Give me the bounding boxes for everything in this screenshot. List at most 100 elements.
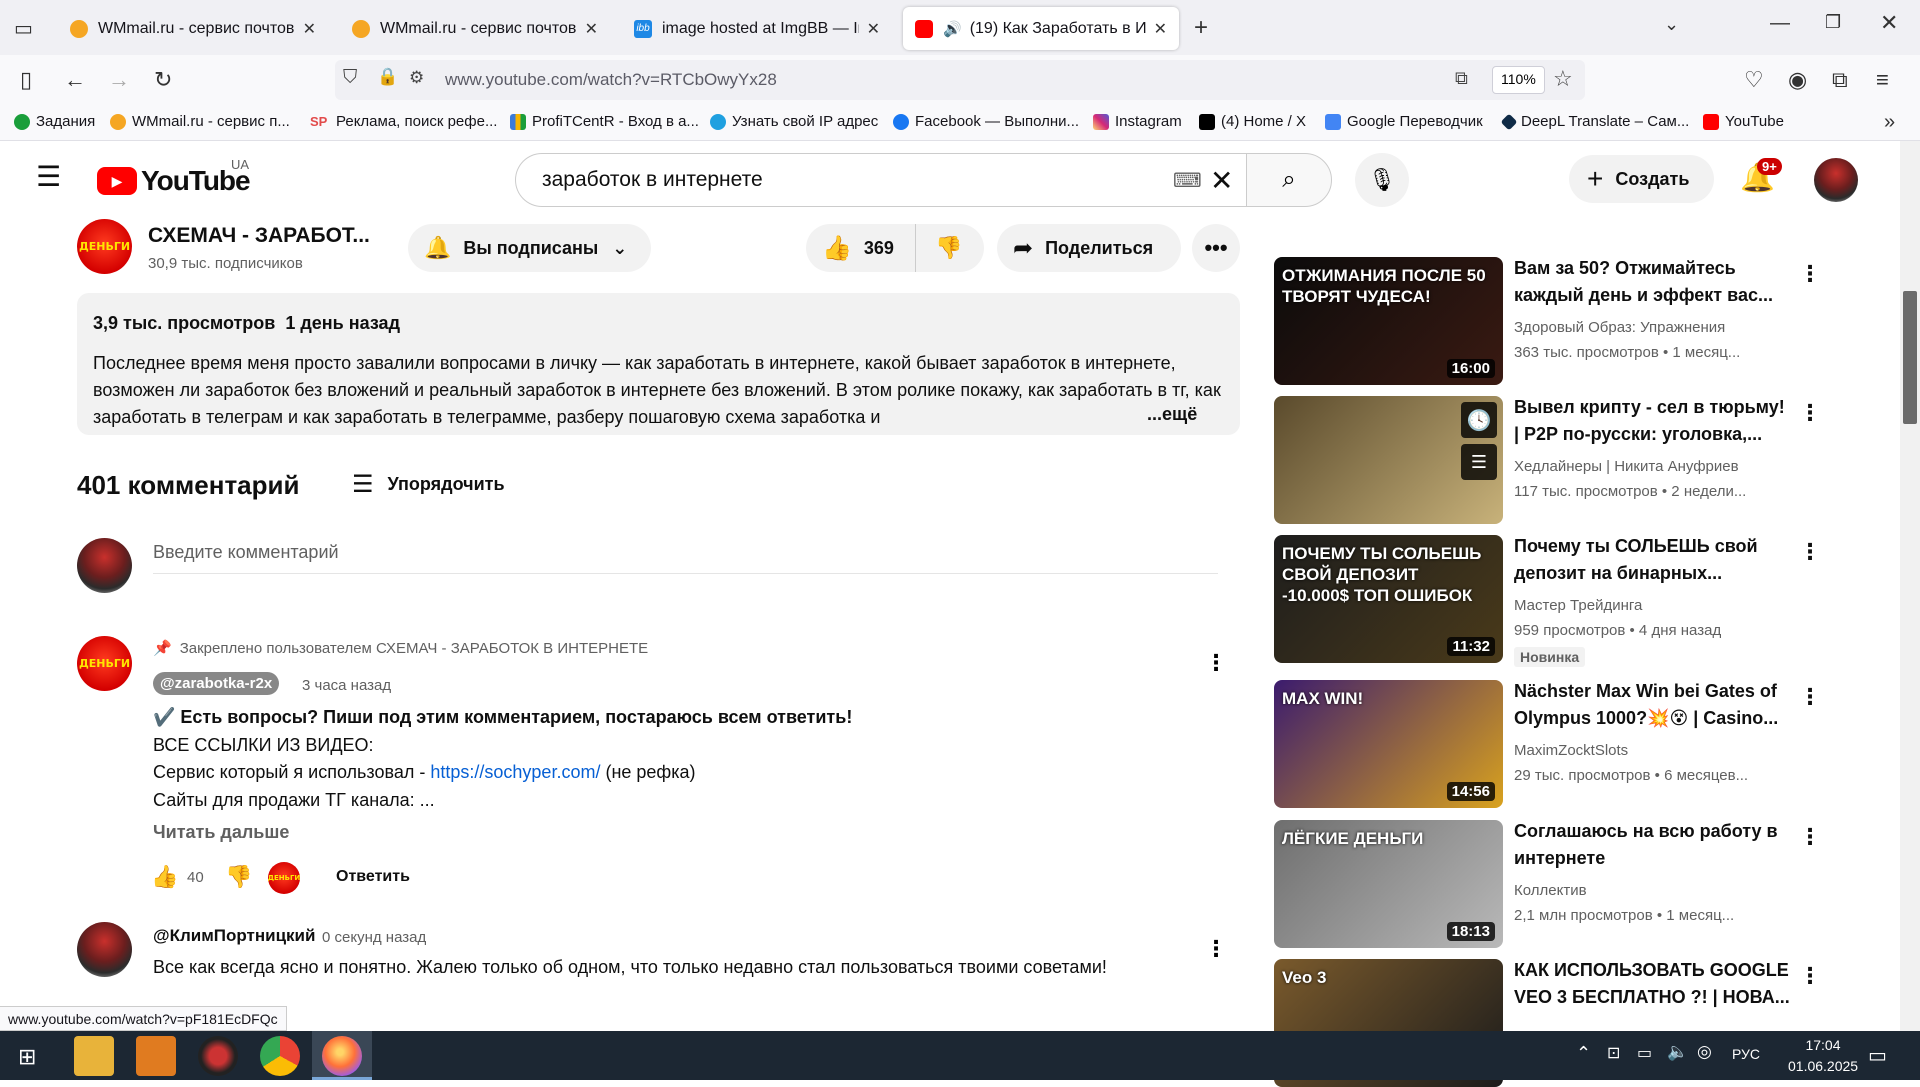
sort-comments-button[interactable]: ☰ Упорядочить <box>352 470 505 499</box>
tab-wmmail-2[interactable]: WMmail.ru - сервис почтовых ✕ <box>340 7 610 50</box>
network-icon[interactable]: ▭ <box>1637 1043 1652 1063</box>
video-menu-icon[interactable]: ⋮ <box>1799 261 1821 287</box>
hamburger-menu-icon[interactable]: ☰ <box>36 163 61 191</box>
tab-youtube-active[interactable]: 🔊 (19) Как Заработать в Инте ✕ <box>903 7 1179 50</box>
permissions-icon[interactable]: ⚙ <box>409 68 424 88</box>
reload-icon[interactable]: ↻ <box>154 67 172 93</box>
bookmark-ip[interactable]: Узнать свой IP адрес <box>710 113 878 130</box>
close-icon[interactable]: ✕ <box>867 19 880 39</box>
add-to-queue-icon[interactable]: ☰ <box>1461 444 1497 480</box>
search-button[interactable]: ⌕ <box>1246 153 1332 207</box>
language-indicator[interactable]: РУС <box>1732 1046 1760 1062</box>
account-icon[interactable]: ◉ <box>1788 67 1807 93</box>
close-icon[interactable]: ✕ <box>303 19 316 39</box>
tab-wmmail-1[interactable]: WMmail.ru - сервис почтовых ✕ <box>58 7 328 50</box>
video-menu-icon[interactable]: ⋮ <box>1799 539 1821 565</box>
lock-icon[interactable]: 🔒 <box>377 67 398 87</box>
bookmarks-overflow-icon[interactable]: » <box>1884 111 1895 134</box>
bookmark-x[interactable]: (4) Home / X <box>1199 113 1306 130</box>
second-comment-author[interactable]: @КлимПортницкий <box>153 926 315 946</box>
video-channel[interactable]: Мастер Трейдинга <box>1514 597 1642 614</box>
shield-icon[interactable]: ⛉ <box>343 67 357 89</box>
speaker-icon[interactable]: 🔊 <box>943 20 962 38</box>
search-input[interactable]: заработок в интернете <box>542 168 763 192</box>
video-title[interactable]: Nächster Max Win bei Gates of Olympus 10… <box>1514 678 1794 732</box>
video-channel[interactable]: Коллектив <box>1514 882 1587 899</box>
channel-avatar[interactable]: ДЕНЬГИ <box>77 219 132 274</box>
video-menu-icon[interactable]: ⋮ <box>1799 824 1821 850</box>
video-channel[interactable]: MaximZocktSlots <box>1514 742 1628 759</box>
zoom-level-badge[interactable]: 110% <box>1492 66 1545 94</box>
video-channel[interactable]: Хедлайнеры | Никита Ануфриев <box>1514 458 1739 475</box>
comment-input[interactable]: Введите комментарий <box>153 542 1218 574</box>
bookmark-deepl[interactable]: DeepL Translate – Сам... <box>1500 113 1689 130</box>
window-close-icon[interactable]: ✕ <box>1880 10 1898 36</box>
bookmark-facebook[interactable]: Facebook — Выполни... <box>893 113 1079 130</box>
scrollbar-thumb[interactable] <box>1903 291 1917 424</box>
share-button[interactable]: ➦ Поделиться <box>997 224 1181 272</box>
account-avatar[interactable] <box>1814 158 1858 202</box>
second-comment-avatar[interactable] <box>77 922 132 977</box>
video-channel[interactable]: Здоровый Образ: Упражнения <box>1514 319 1725 336</box>
second-comment-time[interactable]: 0 секунд назад <box>322 929 426 946</box>
video-title[interactable]: Вывел крипту - сел в тюрьму! | P2P по-ру… <box>1514 394 1794 448</box>
page-scrollbar[interactable] <box>1900 141 1920 1031</box>
video-menu-icon[interactable]: ⋮ <box>1799 400 1821 426</box>
video-menu-icon[interactable]: ⋮ <box>1799 684 1821 710</box>
video-thumbnail[interactable]: ОТЖИМАНИЯ ПОСЛЕ 50 ТВОРЯТ ЧУДЕСА! 16:00 <box>1274 257 1503 385</box>
windows-start-icon[interactable]: ⊞ <box>18 1044 36 1070</box>
clock[interactable]: 17:04 01.06.2025 <box>1788 1037 1858 1074</box>
search-box[interactable]: заработок в интернете ⌨ ✕ <box>515 153 1247 207</box>
extensions-icon[interactable]: ⧉ <box>1832 67 1848 93</box>
show-more-link[interactable]: ...ещё <box>1125 404 1198 425</box>
tab-list-icon[interactable]: ▭ <box>14 16 33 41</box>
reply-button[interactable]: Ответить <box>336 868 410 886</box>
pinned-author-badge[interactable]: @zarabotka-r2x <box>153 672 280 695</box>
subscribed-button[interactable]: 🔔 Вы подписаны ⌄ <box>408 224 651 272</box>
clear-search-icon[interactable]: ✕ <box>1210 164 1233 197</box>
notification-center-icon[interactable]: ▭ <box>1868 1043 1887 1068</box>
menu-icon[interactable]: ≡ <box>1876 67 1889 93</box>
bookmark-instagram[interactable]: Instagram <box>1093 113 1182 130</box>
file-explorer-icon[interactable] <box>74 1036 114 1076</box>
close-icon[interactable]: ✕ <box>585 19 598 39</box>
voice-search-button[interactable]: 🎙 <box>1355 153 1409 207</box>
restore-icon[interactable]: ❐ <box>1825 12 1841 33</box>
video-title[interactable]: Почему ты СОЛЬЕШЬ свой депозит на бинарн… <box>1514 533 1794 587</box>
new-tab-plus-icon[interactable]: + <box>1194 14 1208 42</box>
bookmark-seosprint[interactable]: SP Реклама, поиск рефе... <box>310 113 497 130</box>
youtube-logo[interactable]: ▶ YouTube <box>97 165 251 197</box>
tray-app-icon[interactable]: ⊡ <box>1607 1043 1620 1063</box>
volume-icon[interactable]: 🔈 <box>1667 1042 1688 1062</box>
url-text[interactable]: www.youtube.com/watch?v=RTCbOwyYx28 <box>445 70 777 90</box>
bookmark-wmmail[interactable]: WMmail.ru - сервис п... <box>110 113 290 130</box>
back-arrow-icon[interactable]: ← <box>64 67 86 93</box>
more-actions-button[interactable]: ••• <box>1192 224 1240 272</box>
video-thumbnail[interactable]: 🕓 ☰ <box>1274 396 1503 524</box>
video-menu-icon[interactable]: ⋮ <box>1799 963 1821 989</box>
tray-chevron-icon[interactable]: ⌃ <box>1576 1043 1591 1064</box>
video-title[interactable]: КАК ИСПОЛЬЗОВАТЬ GOOGLE VEO 3 БЕСПЛАТНО … <box>1514 957 1794 1011</box>
description-box[interactable]: 3,9 тыс. просмотров 1 день назад Последн… <box>77 293 1240 435</box>
url-bar[interactable]: ⛉ 🔒 ⚙ www.youtube.com/watch?v=RTCbOwyYx2… <box>335 60 1585 100</box>
forward-arrow-icon[interactable]: → <box>108 67 130 93</box>
watch-later-icon[interactable]: 🕓 <box>1461 402 1497 438</box>
tray-circle-icon[interactable]: ◎ <box>1697 1042 1712 1062</box>
minimize-icon[interactable]: — <box>1770 12 1790 35</box>
like-button[interactable]: 👍 369 <box>806 224 916 272</box>
video-title[interactable]: Соглашаюсь на всю работу в интернете <box>1514 818 1794 872</box>
bookmark-star-icon[interactable]: ☆ <box>1553 66 1573 92</box>
tab-imgbb[interactable]: ibb image hosted at ImgBB — ImgB ✕ <box>622 7 892 50</box>
firefox-taskbar-button[interactable] <box>312 1031 372 1080</box>
video-title[interactable]: Вам за 50? Отжимайтесь каждый день и эфф… <box>1514 255 1794 309</box>
video-thumbnail[interactable]: MAX WIN! 14:56 <box>1274 680 1503 808</box>
bookmark-zadaniya[interactable]: Задания <box>14 113 95 130</box>
keyboard-icon[interactable]: ⌨ <box>1173 168 1202 193</box>
chrome-icon[interactable] <box>260 1036 300 1076</box>
screenshot-app-icon[interactable] <box>136 1036 176 1076</box>
picture-in-picture-icon[interactable]: ⧉ <box>1455 68 1468 89</box>
close-icon[interactable]: ✕ <box>1154 19 1167 39</box>
bookmark-google-translate[interactable]: Google Переводчик <box>1325 113 1483 130</box>
create-button[interactable]: + Создать <box>1569 155 1714 203</box>
bookmark-youtube[interactable]: YouTube <box>1703 113 1784 130</box>
